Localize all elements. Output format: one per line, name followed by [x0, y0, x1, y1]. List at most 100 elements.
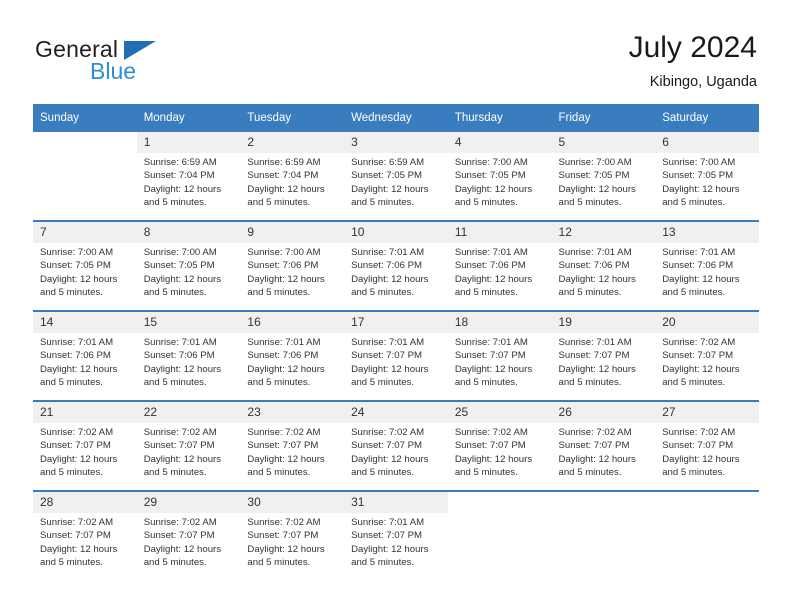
day-details: Sunrise: 7:02 AM Sunset: 7:07 PM Daylight:… — [33, 513, 137, 570]
daylight-text-cont: and 5 minutes. — [40, 377, 103, 389]
calendar-day-cell[interactable]: 26 Sunrise: 7:02 AM Sunset: 7:07 PM Dayligh… — [551, 402, 656, 490]
calendar-body: 1 Sunrise: 6:59 AM Sunset: 7:04 PM Daylight… — [33, 132, 759, 580]
calendar-day-cell[interactable]: 4 Sunrise: 7:00 AM Sunset: 7:05 PM Daylight… — [447, 132, 552, 220]
day-details: Sunrise: 7:02 AM Sunset: 7:07 PM Daylight:… — [655, 333, 759, 390]
day-details: Sunrise: 7:02 AM Sunset: 7:07 PM Daylight:… — [240, 423, 344, 480]
sunset-text: Sunset: 7:07 PM — [351, 530, 423, 542]
day-details: Sunrise: 7:02 AM Sunset: 7:07 PM Daylight:… — [655, 423, 759, 480]
calendar-day-cell[interactable]: 5 Sunrise: 7:00 AM Sunset: 7:05 PM Daylight… — [551, 132, 656, 220]
calendar-day-cell[interactable]: 20 Sunrise: 7:02 AM Sunset: 7:07 PM Dayligh… — [655, 312, 759, 400]
day-details: Sunrise: 7:02 AM Sunset: 7:07 PM Daylight:… — [344, 423, 448, 480]
daylight-text: Daylight: 12 hours — [247, 273, 325, 285]
daylight-text: Daylight: 12 hours — [558, 183, 636, 195]
day-details: Sunrise: 7:01 AM Sunset: 7:07 PM Daylight:… — [344, 513, 448, 570]
day-number: 7 — [33, 222, 137, 243]
weekday-header-sunday: Sunday — [33, 104, 137, 132]
sunset-text: Sunset: 7:07 PM — [558, 350, 630, 362]
day-details: Sunrise: 7:01 AM Sunset: 7:07 PM Daylight:… — [448, 333, 552, 390]
sunset-text: Sunset: 7:06 PM — [247, 350, 319, 362]
weekday-header-thursday: Thursday — [447, 104, 552, 132]
sunrise-text: Sunrise: 7:02 AM — [247, 517, 321, 528]
calendar-day-cell[interactable]: 23 Sunrise: 7:02 AM Sunset: 7:07 PM Dayligh… — [240, 402, 345, 490]
day-number: 3 — [344, 132, 448, 153]
sunset-text: Sunset: 7:04 PM — [143, 170, 215, 182]
sunset-text: Sunset: 7:05 PM — [351, 170, 423, 182]
calendar-day-cell[interactable]: 1 Sunrise: 6:59 AM Sunset: 7:04 PM Daylight… — [136, 132, 241, 220]
day-number: 6 — [655, 132, 759, 153]
calendar-day-cell[interactable]: 15 Sunrise: 7:01 AM Sunset: 7:06 PM Dayligh… — [136, 312, 241, 400]
daylight-text: Daylight: 12 hours — [558, 363, 636, 375]
calendar-day-cell[interactable]: 31 Sunrise: 7:01 AM Sunset: 7:07 PM Dayligh… — [344, 492, 448, 580]
weekday-header-saturday: Saturday — [655, 104, 759, 132]
calendar-day-cell[interactable]: 25 Sunrise: 7:02 AM Sunset: 7:07 PM Dayligh… — [447, 402, 552, 490]
calendar-day-cell[interactable]: 6 Sunrise: 7:00 AM Sunset: 7:05 PM Daylight… — [655, 132, 759, 220]
sunrise-text: Sunrise: 7:00 AM — [247, 247, 321, 258]
calendar-day-cell[interactable]: 8 Sunrise: 7:00 AM Sunset: 7:05 PM Daylight… — [136, 222, 241, 310]
day-number: 28 — [33, 492, 137, 513]
sunset-text: Sunset: 7:07 PM — [40, 530, 111, 542]
calendar-day-cell[interactable]: 16 Sunrise: 7:01 AM Sunset: 7:06 PM Dayligh… — [240, 312, 345, 400]
sunrise-text: Sunrise: 7:00 AM — [454, 157, 528, 168]
calendar-day-cell[interactable]: 30 Sunrise: 7:02 AM Sunset: 7:07 PM Dayligh… — [240, 492, 345, 580]
calendar-day-cell[interactable]: 13 Sunrise: 7:01 AM Sunset: 7:06 PM Dayligh… — [655, 222, 759, 310]
daylight-text-cont: and 5 minutes. — [40, 467, 103, 479]
daylight-text-cont: and 5 minutes. — [351, 557, 415, 569]
sunrise-text: Sunrise: 7:00 AM — [40, 247, 114, 258]
day-number: 19 — [551, 312, 656, 333]
day-details: Sunrise: 6:59 AM Sunset: 7:05 PM Daylight:… — [344, 153, 448, 210]
calendar-week-row: 21 Sunrise: 7:02 AM Sunset: 7:07 PM Dayligh… — [33, 402, 759, 490]
calendar-day-cell[interactable]: 3 Sunrise: 6:59 AM Sunset: 7:05 PM Daylight… — [344, 132, 448, 220]
calendar-day-cell[interactable]: 27 Sunrise: 7:02 AM Sunset: 7:07 PM Dayligh… — [655, 402, 759, 490]
sunset-text: Sunset: 7:05 PM — [143, 260, 215, 272]
daylight-text: Daylight: 12 hours — [143, 183, 222, 195]
daylight-text-cont: and 5 minutes. — [558, 377, 622, 389]
sunrise-text: Sunrise: 7:01 AM — [558, 337, 632, 348]
daylight-text-cont: and 5 minutes. — [558, 197, 622, 209]
sunrise-text: Sunrise: 7:01 AM — [662, 247, 736, 258]
calendar-day-cell[interactable]: 28 Sunrise: 7:02 AM Sunset: 7:07 PM Dayligh… — [33, 492, 137, 580]
calendar-day-cell[interactable]: 11 Sunrise: 7:01 AM Sunset: 7:06 PM Dayligh… — [447, 222, 552, 310]
calendar-day-cell[interactable]: 21 Sunrise: 7:02 AM Sunset: 7:07 PM Dayligh… — [33, 402, 137, 490]
daylight-text: Daylight: 12 hours — [247, 543, 325, 555]
calendar-day-cell[interactable]: 7 Sunrise: 7:00 AM Sunset: 7:05 PM Daylight… — [33, 222, 137, 310]
daylight-text-cont: and 5 minutes. — [247, 377, 311, 389]
daylight-text-cont: and 5 minutes. — [454, 377, 518, 389]
sunset-text: Sunset: 7:07 PM — [351, 440, 423, 452]
day-number: 10 — [344, 222, 448, 243]
calendar-day-cell[interactable]: 29 Sunrise: 7:02 AM Sunset: 7:07 PM Dayligh… — [136, 492, 241, 580]
day-details: Sunrise: 7:01 AM Sunset: 7:06 PM Daylight:… — [552, 243, 656, 300]
sunrise-text: Sunrise: 7:01 AM — [454, 337, 528, 348]
calendar-day-cell[interactable]: 12 Sunrise: 7:01 AM Sunset: 7:06 PM Dayligh… — [551, 222, 656, 310]
calendar-day-cell[interactable]: 19 Sunrise: 7:01 AM Sunset: 7:07 PM Dayligh… — [551, 312, 656, 400]
calendar-day-cell[interactable]: 18 Sunrise: 7:01 AM Sunset: 7:07 PM Dayligh… — [447, 312, 552, 400]
daylight-text-cont: and 5 minutes. — [662, 287, 726, 299]
calendar-grid: Sunday Monday Tuesday Wednesday Thursday… — [33, 104, 759, 580]
calendar-day-cell[interactable]: 2 Sunrise: 6:59 AM Sunset: 7:04 PM Daylight… — [240, 132, 345, 220]
day-number: 9 — [240, 222, 345, 243]
sunrise-text: Sunrise: 7:02 AM — [558, 427, 632, 438]
day-details: Sunrise: 7:01 AM Sunset: 7:06 PM Daylight:… — [344, 243, 448, 300]
daylight-text: Daylight: 12 hours — [247, 363, 325, 375]
sunset-text: Sunset: 7:05 PM — [454, 170, 526, 182]
general-blue-logo[interactable]: General Blue — [35, 36, 235, 88]
title-block: July 2024 Kibingo, Uganda — [629, 30, 757, 92]
daylight-text: Daylight: 12 hours — [558, 273, 636, 285]
day-number: 12 — [551, 222, 656, 243]
day-number: 18 — [447, 312, 552, 333]
daylight-text: Daylight: 12 hours — [40, 453, 118, 465]
calendar-day-cell[interactable]: 9 Sunrise: 7:00 AM Sunset: 7:06 PM Daylight… — [240, 222, 345, 310]
calendar-day-cell[interactable]: 10 Sunrise: 7:01 AM Sunset: 7:06 PM Dayligh… — [344, 222, 448, 310]
day-number: 25 — [447, 402, 552, 423]
calendar-day-cell-empty — [655, 492, 759, 580]
calendar-day-cell[interactable]: 17 Sunrise: 7:01 AM Sunset: 7:07 PM Dayligh… — [344, 312, 448, 400]
calendar-day-cell[interactable]: 24 Sunrise: 7:02 AM Sunset: 7:07 PM Dayligh… — [344, 402, 448, 490]
day-details: Sunrise: 7:01 AM Sunset: 7:06 PM Daylight:… — [33, 333, 137, 390]
day-number: 16 — [240, 312, 345, 333]
daylight-text-cont: and 5 minutes. — [247, 197, 311, 209]
calendar-day-cell[interactable]: 14 Sunrise: 7:01 AM Sunset: 7:06 PM Dayligh… — [33, 312, 137, 400]
sunrise-text: Sunrise: 6:59 AM — [143, 157, 217, 168]
daylight-text: Daylight: 12 hours — [143, 453, 222, 465]
calendar-day-cell[interactable]: 22 Sunrise: 7:02 AM Sunset: 7:07 PM Dayligh… — [136, 402, 241, 490]
day-details: Sunrise: 7:00 AM Sunset: 7:06 PM Daylight:… — [240, 243, 344, 300]
daylight-text: Daylight: 12 hours — [143, 273, 222, 285]
